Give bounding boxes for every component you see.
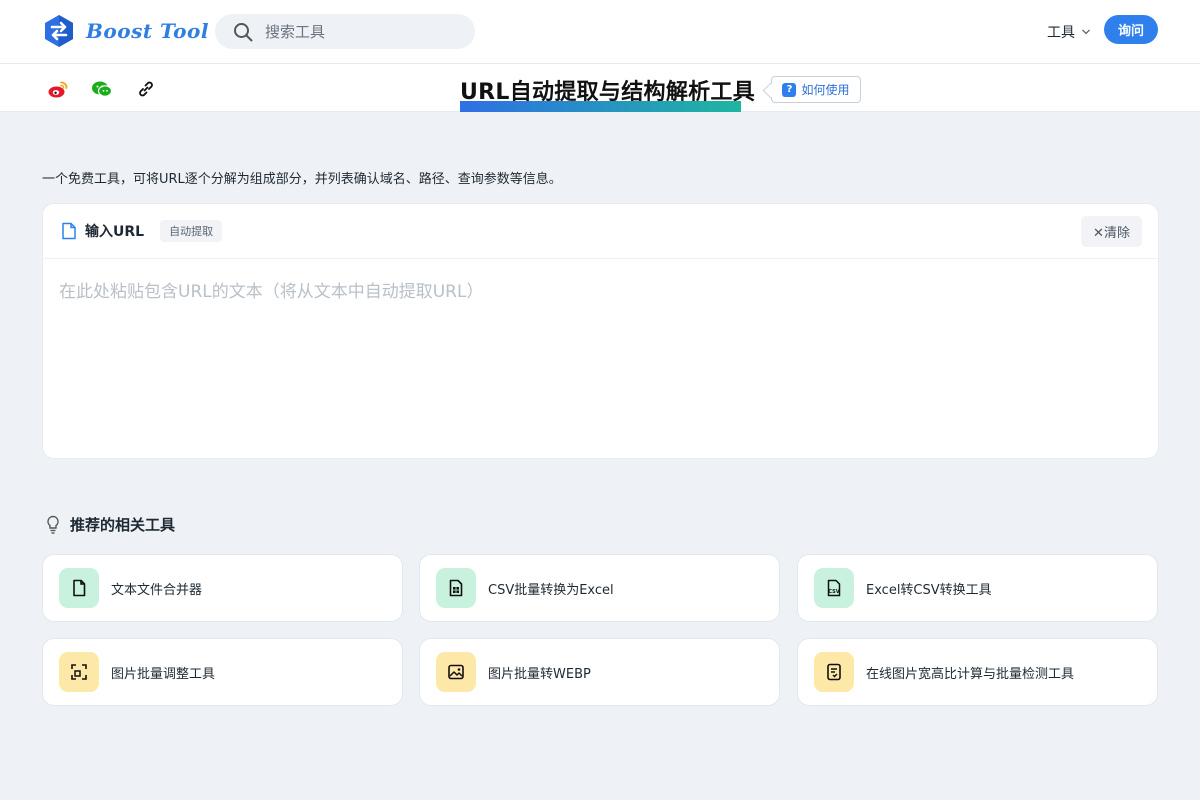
tool-card-aspect-ratio[interactable]: 在线图片宽高比计算与批量检测工具 <box>797 638 1158 706</box>
logo-text: Boost Tool <box>86 19 209 43</box>
lightbulb-icon <box>47 515 59 534</box>
url-text-input[interactable] <box>59 277 1139 457</box>
wechat-icon[interactable] <box>91 78 113 100</box>
document-icon <box>61 222 77 240</box>
logo[interactable]: Boost Tool <box>42 14 209 48</box>
tool-description: 一个免费工具，可将URL逐个分解为组成部分，并列表确认域名、路径、查询参数等信息… <box>42 172 562 187</box>
link-icon[interactable] <box>135 78 157 100</box>
ask-button[interactable]: 询问 <box>1104 15 1158 44</box>
tools-menu-label: 工具 <box>1047 25 1075 41</box>
clear-button[interactable]: ✕清除 <box>1081 216 1142 247</box>
tool-name: Excel转CSV转换工具 <box>866 582 992 598</box>
weibo-icon[interactable] <box>47 78 69 100</box>
tool-card-image-resize[interactable]: 图片批量调整工具 <box>42 638 403 706</box>
auto-extract-badge: 自动提取 <box>160 220 223 242</box>
tools-menu[interactable]: 工具 <box>1047 22 1091 42</box>
search-icon <box>234 22 253 41</box>
svg-text:CSV: CSV <box>828 589 839 595</box>
spreadsheet-icon <box>436 568 476 608</box>
resize-icon <box>59 652 99 692</box>
recommended-tools-title: 推荐的相关工具 <box>70 516 176 534</box>
tool-name: 在线图片宽高比计算与批量检测工具 <box>866 666 1075 682</box>
logo-icon <box>45 15 73 47</box>
file-icon <box>59 568 99 608</box>
question-icon: ? <box>782 82 797 97</box>
input-card-header: 输入URL 自动提取 ✕清除 <box>43 204 1158 259</box>
url-input-card: 输入URL 自动提取 ✕清除 <box>42 203 1159 459</box>
tool-card-excel-to-csv[interactable]: CSV Excel转CSV转换工具 <box>797 554 1158 622</box>
title-underline <box>460 101 741 112</box>
tool-name: 图片批量调整工具 <box>111 666 216 682</box>
how-to-use-label: 如何使用 <box>801 83 850 97</box>
input-url-label: 输入URL <box>85 224 145 240</box>
chevron-down-icon <box>1082 29 1090 35</box>
csv-file-icon: CSV <box>814 568 854 608</box>
tool-name: 文本文件合并器 <box>111 582 203 598</box>
search-input[interactable] <box>265 22 465 41</box>
tool-card-image-to-webp[interactable]: 图片批量转WEBP <box>419 638 780 706</box>
tool-name: 图片批量转WEBP <box>488 666 591 682</box>
top-header: Boost Tool 工具 询问 <box>0 0 1200 64</box>
tool-card-text-merger[interactable]: 文本文件合并器 <box>42 554 403 622</box>
how-to-use-button[interactable]: ? 如何使用 <box>771 76 861 103</box>
recommended-tools-heading: 推荐的相关工具 <box>46 514 175 535</box>
tool-card-csv-to-excel[interactable]: CSV批量转换为Excel <box>419 554 780 622</box>
ratio-doc-icon <box>814 652 854 692</box>
image-icon <box>436 652 476 692</box>
search-box[interactable] <box>215 14 475 49</box>
tool-name: CSV批量转换为Excel <box>488 582 614 598</box>
